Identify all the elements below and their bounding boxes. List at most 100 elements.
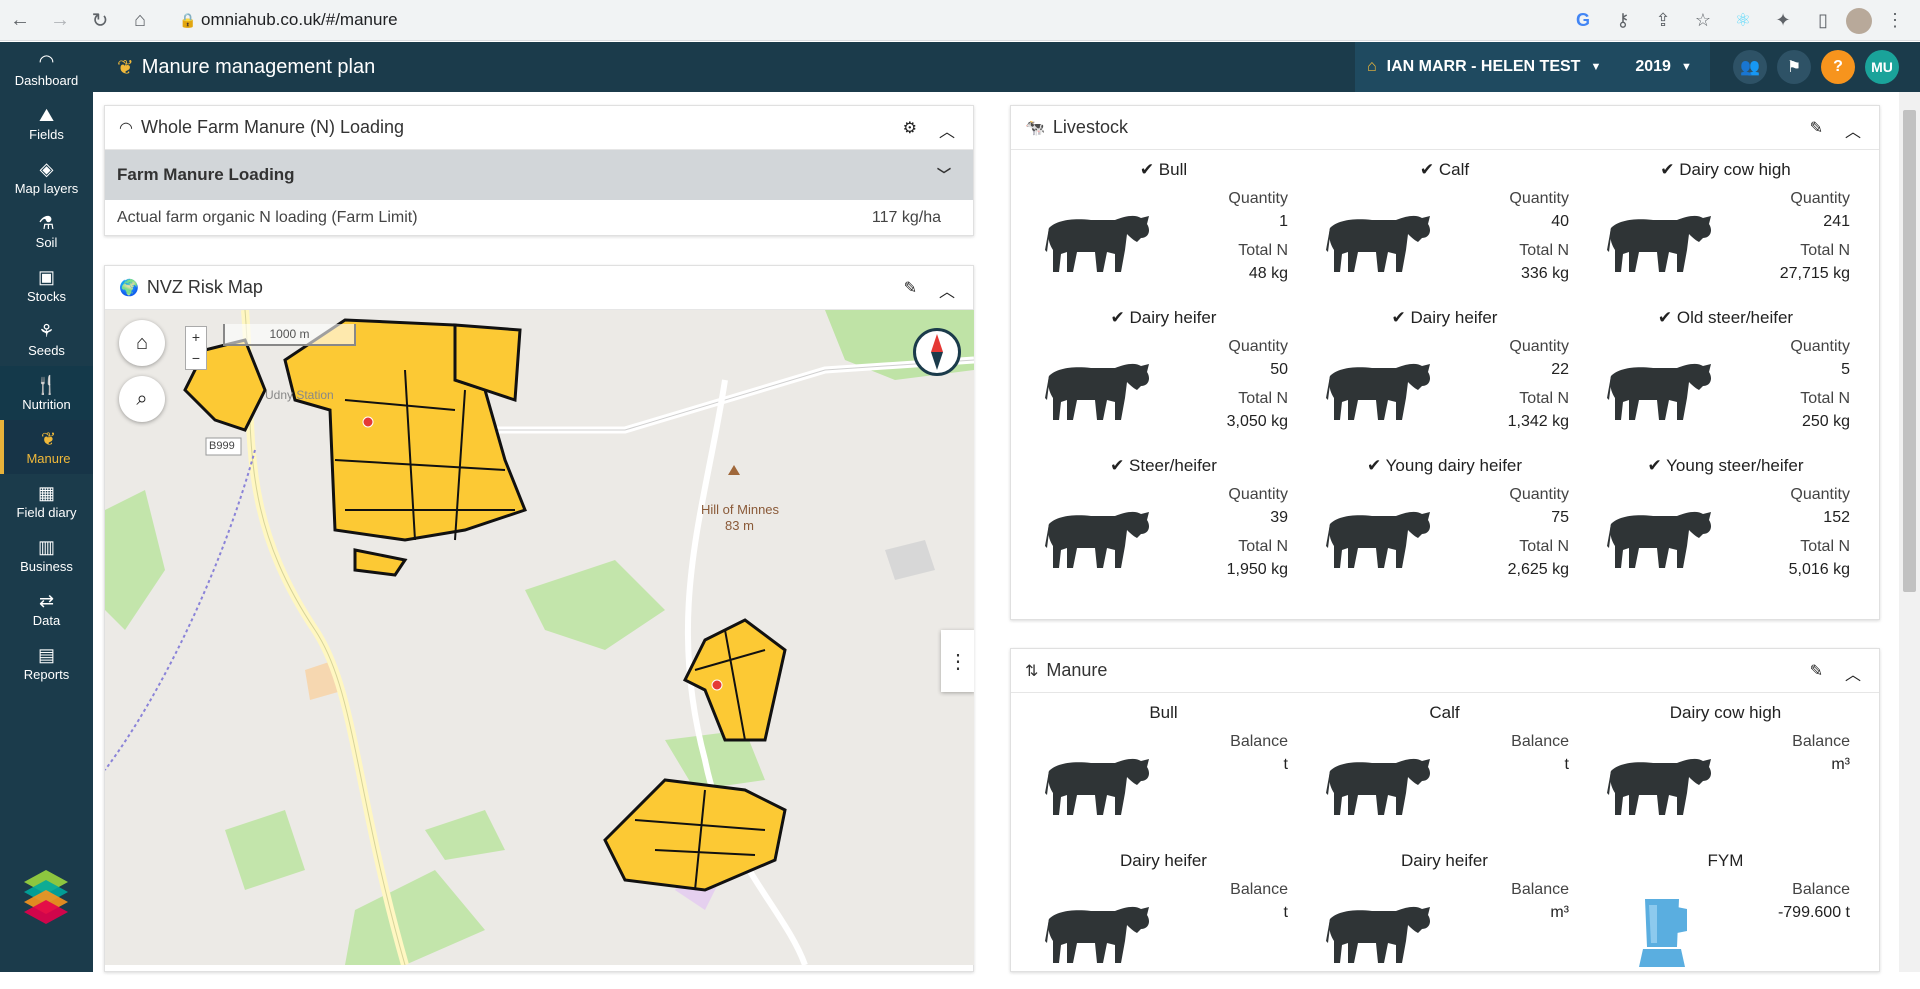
sidebar-item-soil[interactable]: ⚗ Soil	[0, 204, 93, 258]
livestock-name-text: Old steer/heifer	[1676, 308, 1794, 327]
year-selector[interactable]: 2019	[1635, 58, 1671, 76]
sidebar-item-field-diary[interactable]: ▦ Field diary	[0, 474, 93, 528]
quantity-label: Quantity	[1509, 338, 1569, 355]
quantity-label: Quantity	[1228, 190, 1288, 207]
cow-icon	[1043, 354, 1153, 424]
sidebar-item-dashboard[interactable]: ◠ Dashboard	[0, 42, 93, 96]
page-scrollbar[interactable]	[1899, 92, 1920, 972]
pencil-icon[interactable]: ✎	[904, 278, 917, 302]
sidebar-item-seeds[interactable]: ⚘ Seeds	[0, 312, 93, 366]
pencil-icon[interactable]: ✎	[1810, 118, 1823, 142]
sidebar-item-label: Soil	[35, 234, 58, 250]
google-icon[interactable]: G	[1566, 4, 1600, 38]
manure-card[interactable]: Dairy heifer Balance t	[1023, 841, 1304, 989]
sidebar-item-label: Reports	[23, 666, 70, 682]
farm-manure-loading-section[interactable]: Farm Manure Loading ﹀	[105, 150, 973, 200]
forward-icon[interactable]: →	[40, 0, 80, 41]
quantity-value: 22	[1551, 361, 1569, 378]
hill-label: Hill of Minnes	[701, 502, 780, 517]
manure-card[interactable]: Calf Balance t	[1304, 693, 1585, 841]
farm-selector[interactable]: ⌂ IAN MARR - HELEN TEST ▼ 2019 ▼	[1355, 42, 1710, 92]
balance-label: Balance	[1792, 881, 1850, 898]
map-canvas	[105, 310, 974, 965]
livestock-card[interactable]: ✔ Old steer/heifer Quantity 5 Total N 250 kg	[1585, 298, 1866, 446]
quantity-value: 75	[1551, 509, 1569, 526]
chevron-up-icon[interactable]: ︿	[1845, 118, 1861, 142]
address-bar[interactable]: 🔒 omniahub.co.uk/#/manure	[175, 4, 1540, 36]
back-icon[interactable]: ←	[0, 0, 40, 41]
livestock-card[interactable]: ✔ Dairy cow high Quantity 241 Total N 27,715…	[1585, 150, 1866, 298]
balance-value: m³	[1550, 904, 1569, 921]
total-n-value: 1,950 kg	[1226, 561, 1288, 578]
sidebar-item-reports[interactable]: ▤ Reports	[0, 636, 93, 690]
manure-card[interactable]: Dairy cow high Balance m³	[1585, 693, 1866, 841]
manure-card[interactable]: Dairy heifer Balance m³	[1304, 841, 1585, 989]
livestock-card[interactable]: ✔ Bull Quantity 1 Total N 48 kg	[1023, 150, 1304, 298]
chevron-up-icon[interactable]: ︿	[939, 278, 955, 302]
livestock-name: ✔ Young dairy heifer	[1304, 456, 1585, 476]
sidepanel-icon[interactable]: ▯	[1806, 4, 1840, 38]
star-icon[interactable]: ☆	[1686, 4, 1720, 38]
map-search-button[interactable]: ⌕	[119, 376, 165, 422]
home-icon[interactable]: ⌂	[120, 0, 160, 41]
compass-icon[interactable]	[913, 328, 961, 376]
quantity-label: Quantity	[1509, 486, 1569, 503]
zoom-out-button[interactable]: −	[186, 348, 206, 369]
menu-icon[interactable]: ⋮	[1878, 4, 1912, 38]
livestock-card[interactable]: ✔ Steer/heifer Quantity 39 Total N 1,950 kg	[1023, 446, 1304, 594]
livestock-name: ✔ Old steer/heifer	[1585, 308, 1866, 328]
sidebar-item-nutrition[interactable]: 🍴 Nutrition	[0, 366, 93, 420]
profile-avatar[interactable]	[1846, 7, 1872, 34]
cow-icon	[1043, 502, 1153, 572]
share-icon[interactable]: ⇪	[1646, 4, 1680, 38]
livestock-name: ✔ Bull	[1023, 160, 1304, 180]
pencil-icon[interactable]: ✎	[1810, 661, 1823, 685]
balance-value: t	[1283, 904, 1288, 921]
livestock-name-text: Calf	[1438, 160, 1470, 179]
flag-icon[interactable]: ⚑	[1777, 50, 1811, 84]
sidebar-item-label: Data	[32, 612, 61, 628]
zoom-control[interactable]: + −	[185, 326, 207, 370]
cow-icon	[1605, 502, 1715, 572]
key-icon[interactable]: ⚷	[1606, 4, 1640, 38]
livestock-card[interactable]: ✔ Calf Quantity 40 Total N 336 kg	[1304, 150, 1585, 298]
map-home-button[interactable]: ⌂	[119, 320, 165, 366]
chevron-up-icon[interactable]: ︿	[939, 118, 955, 142]
manure-card[interactable]: FYM Balance -799.600 t	[1585, 841, 1866, 989]
sidebar-item-map-layers[interactable]: ◈ Map layers	[0, 150, 93, 204]
arrows-icon: ⇄	[38, 590, 55, 611]
cow-icon	[1324, 206, 1434, 276]
scrollbar-thumb[interactable]	[1903, 110, 1916, 592]
chevron-up-icon[interactable]: ︿	[1845, 661, 1861, 685]
map-options-button[interactable]: ⋮	[941, 630, 974, 692]
livestock-name: ✔ Dairy cow high	[1585, 160, 1866, 180]
browser-toolbar: ← → ↻ ⌂ 🔒 omniahub.co.uk/#/manure G ⚷ ⇪ …	[0, 0, 1920, 41]
sidebar-item-stocks[interactable]: ▣ Stocks	[0, 258, 93, 312]
cutlery-icon: 🍴	[35, 374, 58, 395]
nvz-risk-map[interactable]: B999 Udny Station Hill of Minnes 83 m ⌂ …	[105, 310, 974, 965]
sidebar-item-manure[interactable]: ❦ Manure	[0, 420, 93, 474]
manure-name: Calf	[1429, 703, 1460, 722]
nvz-map-panel: 🌍 NVZ Risk Map ✎ ︿ B999 Udny Station Hil…	[104, 265, 974, 972]
user-avatar[interactable]: MU	[1865, 50, 1899, 84]
sidebar-item-fields[interactable]: ⛰ Fields	[0, 96, 93, 150]
puzzle-icon[interactable]: ✦	[1766, 4, 1800, 38]
users-icon[interactable]: 👥	[1733, 50, 1767, 84]
quantity-value: 152	[1823, 509, 1850, 526]
help-icon[interactable]: ?	[1821, 50, 1855, 84]
gear-icon[interactable]: ⚙	[903, 118, 917, 142]
sidebar-item-business[interactable]: ▥ Business	[0, 528, 93, 582]
zoom-in-button[interactable]: +	[186, 327, 206, 348]
livestock-card[interactable]: ✔ Young steer/heifer Quantity 152 Total N 5,…	[1585, 446, 1866, 594]
livestock-name-text: Young dairy heifer	[1385, 456, 1523, 475]
sidebar-item-data[interactable]: ⇄ Data	[0, 582, 93, 636]
livestock-card[interactable]: ✔ Dairy heifer Quantity 50 Total N 3,050 kg	[1023, 298, 1304, 446]
reload-icon[interactable]: ↻	[80, 0, 120, 41]
livestock-card[interactable]: ✔ Young dairy heifer Quantity 75 Total N 2,6…	[1304, 446, 1585, 594]
extension-react-icon[interactable]: ⚛	[1726, 4, 1760, 38]
manure-card[interactable]: Bull Balance t	[1023, 693, 1304, 841]
omnia-logo-icon	[24, 870, 68, 924]
livestock-card[interactable]: ✔ Dairy heifer Quantity 22 Total N 1,342 kg	[1304, 298, 1585, 446]
gauge-icon: ◠	[38, 50, 55, 71]
check-icon: ✔	[1657, 308, 1677, 327]
